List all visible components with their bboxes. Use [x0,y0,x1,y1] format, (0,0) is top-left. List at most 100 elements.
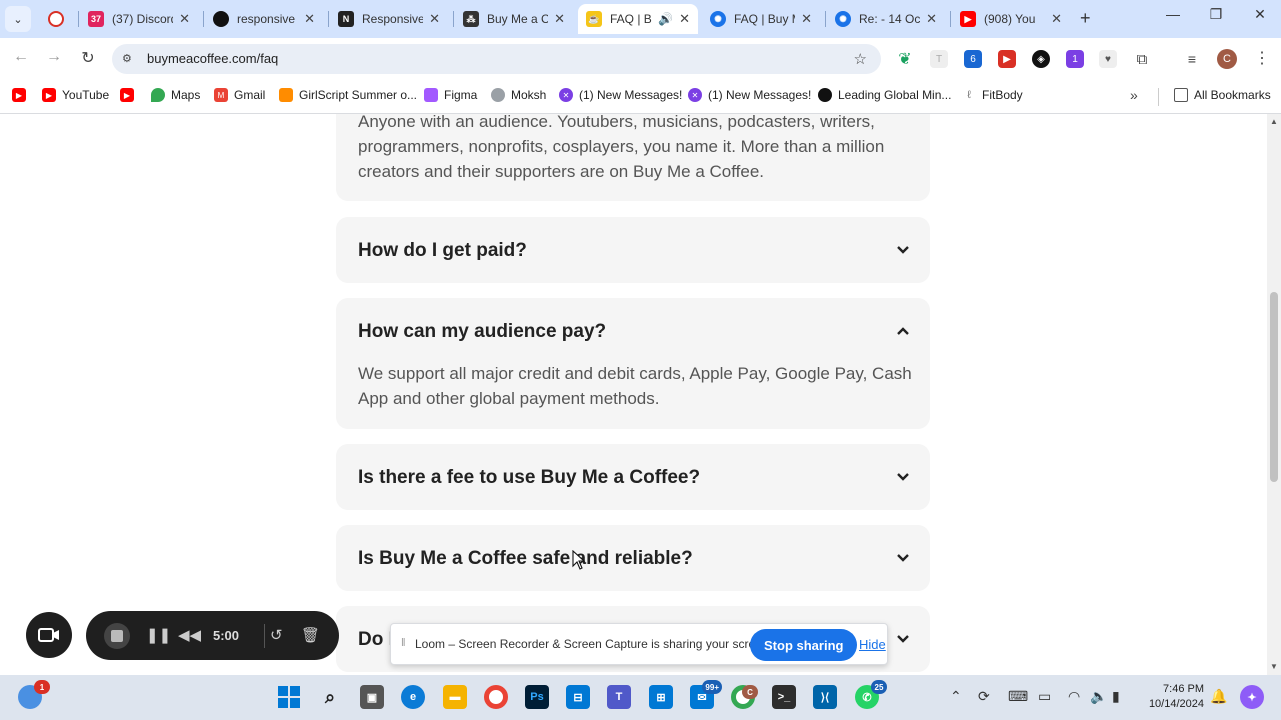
bookmark-leading-global[interactable]: Leading Global Min... [818,88,951,102]
photoshop-icon[interactable]: Ps [525,685,549,709]
chevron-up-icon[interactable]: ⌃ [950,688,962,705]
close-window-icon[interactable]: ✕ [1245,6,1275,23]
rewind-icon[interactable]: ◀◀ [178,626,201,644]
teams-icon[interactable]: T [607,685,631,709]
profile-avatar[interactable]: C [1217,49,1237,69]
extension-green-icon[interactable]: ❦ [896,50,914,68]
close-icon[interactable]: ✕ [179,11,190,27]
chevron-down-icon[interactable] [896,632,910,646]
loom-stop-button[interactable] [104,623,130,649]
media-control-icon[interactable]: ≡ [1183,50,1201,68]
close-icon[interactable]: ✕ [429,11,440,27]
bookmark-moksh[interactable]: Moksh [491,88,546,102]
scrollbar-thumb[interactable] [1270,292,1278,482]
extension-compass-icon[interactable]: ◈ [1032,50,1050,68]
tab-youtube[interactable]: ▶ (908) You ✕ [952,4,1070,34]
bookmark-maps[interactable]: Maps [151,88,200,102]
stop-sharing-button[interactable]: Stop sharing [750,629,858,661]
search-icon[interactable]: ⌕ [318,685,342,709]
restore-icon[interactable]: ❐ [1201,6,1231,23]
all-bookmarks[interactable]: All Bookmarks [1174,88,1271,102]
scroll-down-icon[interactable]: ▼ [1270,662,1278,671]
page-scrollbar[interactable]: ▲ ▼ [1267,114,1281,675]
chrome-icon[interactable] [484,685,508,709]
bookmark-new-messages-1[interactable]: ✕ (1) New Messages! [559,88,682,102]
new-tab-button[interactable]: + [1080,8,1091,29]
chrome-profile-icon[interactable]: C [731,685,758,709]
extension-t-icon[interactable]: T [930,50,948,68]
file-explorer-icon[interactable]: ▬ [443,685,467,709]
tab-github[interactable]: responsive ✕ [205,4,323,34]
volume-icon[interactable]: 🔈 [1090,688,1107,705]
close-icon[interactable]: ✕ [926,11,937,27]
loom-camera-button[interactable] [26,612,72,658]
tab-notion[interactable]: N Responsive ✕ [330,4,448,34]
close-icon[interactable]: ✕ [554,11,565,27]
tab-buymeacoffee[interactable]: ⁂ Buy Me a C ✕ [455,4,573,34]
store-icon[interactable]: ⊞ [649,685,673,709]
tab-discord[interactable]: 37 (37) Discord ✕ [80,4,198,34]
forward-icon[interactable]: → [43,48,65,66]
speaker-icon[interactable]: 🔊 [658,12,673,26]
tab-re-14-oct[interactable]: ✺ Re: - 14 Oc ✕ [827,4,945,34]
drag-handle-icon[interactable]: ‖ [401,637,406,649]
faq-question[interactable]: Do I [358,629,394,651]
close-icon[interactable]: ✕ [304,11,315,27]
faq-question[interactable]: How can my audience pay? [358,321,606,343]
app-window-icon[interactable]: ⊟ [566,685,590,709]
weather-icon[interactable]: 1 [18,680,50,709]
faq-item-get-paid[interactable]: How do I get paid? [336,217,930,283]
minimize-icon[interactable]: — [1158,6,1188,22]
bookmark-gmail[interactable]: M Gmail [214,88,265,102]
bookmark-new-messages-2[interactable]: ✕ (1) New Messages! [688,88,811,102]
bookmark-figma[interactable]: Figma [424,88,477,102]
site-info-icon[interactable]: ⚙ [122,52,136,66]
tab-recording[interactable] [40,4,74,34]
menu-kebab-icon[interactable]: ⋮ [1254,48,1270,68]
extension-puzzle-badge-icon[interactable]: 1 [1066,50,1084,68]
trash-icon[interactable]: 🗑 [301,626,320,644]
chevron-up-icon[interactable] [896,324,910,338]
copilot-icon[interactable]: ✦ [1240,685,1264,709]
edge-icon[interactable]: e [401,685,425,709]
pause-icon[interactable]: ❚❚ [146,626,171,644]
faq-item-audience-pay[interactable]: How can my audience pay? We support all … [336,298,930,429]
sync-icon[interactable]: ⟳ [978,688,990,705]
address-bar[interactable]: ⚙ buymeacoffee.com/faq ☆ [112,44,881,74]
faq-question[interactable]: How do I get paid? [358,240,527,262]
whatsapp-icon[interactable]: ✆ 25 [855,680,887,709]
terminal-icon[interactable]: >_ [772,685,796,709]
close-icon[interactable]: ✕ [679,11,690,27]
bookmark-star-icon[interactable]: ☆ [854,50,867,68]
task-view-icon[interactable]: ▣ [360,685,384,709]
display-icon[interactable]: ▭ [1038,688,1051,705]
close-icon[interactable]: ✕ [801,11,812,27]
extension-multi-icon[interactable]: 6 [964,50,982,68]
faq-question[interactable]: Is there a fee to use Buy Me a Coffee? [358,467,700,489]
mail-icon[interactable]: ✉ 99+ [690,680,722,709]
keyboard-icon[interactable]: ⌨ [1008,688,1028,705]
vscode-icon[interactable]: ⟩⟨ [813,685,837,709]
reload-icon[interactable]: ↻ [77,48,99,68]
tab-faq-active[interactable]: ☕ FAQ | B 🔊 ✕ [578,4,698,34]
bookmark-youtube-3[interactable]: ▶ [120,88,140,102]
scroll-up-icon[interactable]: ▲ [1270,117,1278,126]
battery-icon[interactable]: ▮ [1112,688,1120,705]
extension-pocket-icon[interactable]: ♥ [1099,50,1117,68]
tab-faq-2[interactable]: ✺ FAQ | Buy M ✕ [702,4,820,34]
faq-item-safe[interactable]: Is Buy Me a Coffee safe and reliable? [336,525,930,591]
notification-bell-icon[interactable]: 🔔 [1210,688,1227,705]
url-text[interactable]: buymeacoffee.com/faq [147,51,278,66]
bookmarks-overflow-icon[interactable]: » [1130,87,1138,103]
close-icon[interactable]: ✕ [1051,11,1062,27]
windows-start-icon[interactable] [277,685,301,709]
extensions-puzzle-icon[interactable]: ⧉ [1133,50,1151,68]
back-icon[interactable]: ← [10,48,32,66]
bookmark-youtube-1[interactable]: ▶ [12,88,32,102]
faq-question[interactable]: Is Buy Me a Coffee safe and reliable? [358,548,693,570]
wifi-icon[interactable]: ◠ [1068,688,1080,705]
restart-icon[interactable]: ↺ [270,626,283,644]
chevron-down-icon[interactable] [896,243,910,257]
hide-link[interactable]: Hide [859,637,886,652]
faq-item-fee[interactable]: Is there a fee to use Buy Me a Coffee? [336,444,930,510]
